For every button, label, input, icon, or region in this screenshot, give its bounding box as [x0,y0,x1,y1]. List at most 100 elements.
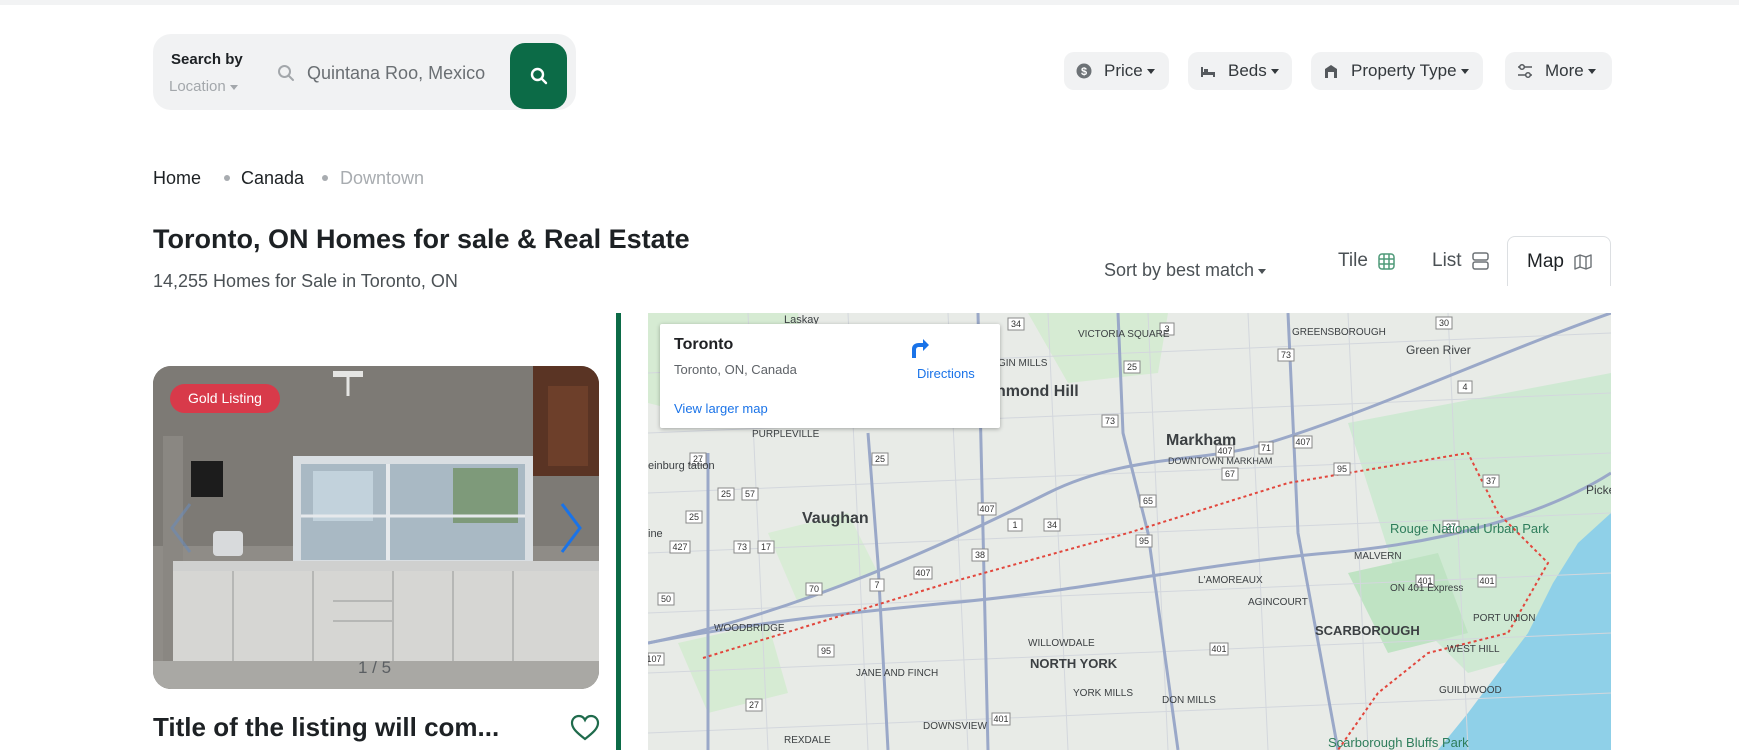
svg-text:407: 407 [1295,437,1310,447]
place-name: Toronto [674,336,734,353]
search-mode-dropdown[interactable]: Location [169,78,238,95]
map-info-card: Toronto Toronto, ON, Canada View larger … [660,324,1000,428]
svg-text:70: 70 [809,584,819,594]
list-icon [1471,252,1489,270]
svg-text:73: 73 [1281,350,1291,360]
top-border [0,0,1739,5]
house-icon [1325,65,1337,78]
dollar-icon: $ [1076,63,1092,79]
map-label: GUILDWOOD [1439,685,1502,696]
svg-text:71: 71 [1261,443,1271,453]
svg-text:37: 37 [1486,476,1496,486]
svg-text:25: 25 [721,489,731,499]
price-filter[interactable]: $ Price [1064,52,1169,90]
tab-map-label: Map [1527,250,1564,272]
chevron-down-icon [1270,68,1279,74]
tab-list-label: List [1432,250,1462,271]
breadcrumb-home[interactable]: Home [153,168,201,189]
chevron-down-icon [1258,268,1267,274]
gold-listing-badge: Gold Listing [170,384,280,413]
svg-text:25: 25 [875,454,885,464]
map-label: AGINCOURT [1248,597,1308,608]
tab-list[interactable]: List [1432,236,1489,286]
tab-map[interactable]: Map [1507,236,1611,286]
svg-text:25: 25 [1127,362,1137,372]
map-label: einburg tation [648,460,715,472]
search-button[interactable] [510,43,567,109]
beds-filter-label: Beds [1228,61,1267,80]
svg-text:34: 34 [1047,520,1057,530]
svg-text:401: 401 [1479,576,1494,586]
svg-text:95: 95 [821,646,831,656]
svg-text:67: 67 [1225,469,1235,479]
map-label: DOWNTOWN MARKHAM [1168,456,1272,466]
sort-dropdown[interactable]: Sort by best match [1104,260,1267,281]
map-label: hmond Hill [996,383,1079,400]
svg-text:1: 1 [1012,520,1017,530]
search-icon [530,67,547,85]
svg-text:$: $ [1081,66,1087,78]
svg-text:27: 27 [749,700,759,710]
property-type-filter[interactable]: Property Type [1311,52,1483,90]
map-label: YORK MILLS [1073,688,1133,699]
more-filter[interactable]: More [1505,52,1612,90]
search-input[interactable] [307,58,487,88]
search-mode-label: Location [169,78,226,95]
directions-link[interactable]: Directions [917,366,975,381]
svg-text:57: 57 [745,489,755,499]
listing-photo[interactable] [153,366,599,689]
svg-text:401: 401 [993,714,1008,724]
svg-text:95: 95 [1337,464,1347,474]
map-label: Vaughan [802,510,869,527]
breadcrumb-canada[interactable]: Canada [241,168,304,189]
search-by-label: Search by [171,51,243,68]
map-label: WOODBRIDGE [714,623,785,634]
panel-divider [616,313,621,750]
map-label: L'AMOREAUX [1198,575,1263,586]
beds-filter[interactable]: Beds [1188,52,1292,90]
breadcrumb-separator [224,175,230,181]
tab-tile[interactable]: Tile [1338,236,1395,286]
previous-arrow-icon[interactable] [166,500,196,556]
map-label: VICTORIA SQUARE [1078,329,1170,340]
map-label: GIN MILLS [998,358,1048,369]
listing-title[interactable]: Title of the listing will com... [153,712,499,743]
next-arrow-icon[interactable] [556,500,586,556]
map-label: MALVERN [1354,551,1402,562]
view-larger-map-link[interactable]: View larger map [674,401,768,416]
more-filter-label: More [1545,61,1584,80]
chevron-down-icon [1146,68,1155,74]
chevron-down-icon [1587,68,1596,74]
svg-text:407: 407 [979,504,994,514]
svg-text:4: 4 [1462,382,1467,392]
page-title: Toronto, ON Homes for sale & Real Estate [153,224,690,254]
search-bar: Search by Location [153,34,576,110]
svg-text:401: 401 [1211,644,1226,654]
map-icon [1574,253,1592,270]
breadcrumb-separator [322,175,328,181]
map-label: ON 401 Express [1390,583,1463,594]
tab-tile-label: Tile [1338,250,1368,271]
chevron-down-icon [229,84,238,90]
heart-icon[interactable] [570,714,600,742]
svg-text:73: 73 [737,542,747,552]
svg-text:407: 407 [915,568,930,578]
map-label: DOWNSVIEW [923,721,987,732]
grid-icon [1378,252,1395,270]
breadcrumb-current: Downtown [340,168,425,188]
place-address: Toronto, ON, Canada [674,362,797,377]
map-label: DON MILLS [1162,695,1216,706]
svg-text:25: 25 [689,512,699,522]
map-label: WILLOWDALE [1028,638,1095,649]
map-label: Rouge National Urban Park [1390,521,1549,536]
chevron-down-icon [1460,68,1469,74]
map-label: Picke [1586,483,1611,497]
map-label: ine [648,528,663,540]
directions-icon[interactable] [906,336,930,360]
svg-text:107: 107 [648,654,662,664]
sort-label: Sort by best match [1104,260,1255,280]
price-filter-label: Price [1104,61,1143,80]
svg-text:50: 50 [661,594,671,604]
search-icon [278,65,294,81]
svg-text:30: 30 [1439,318,1449,328]
